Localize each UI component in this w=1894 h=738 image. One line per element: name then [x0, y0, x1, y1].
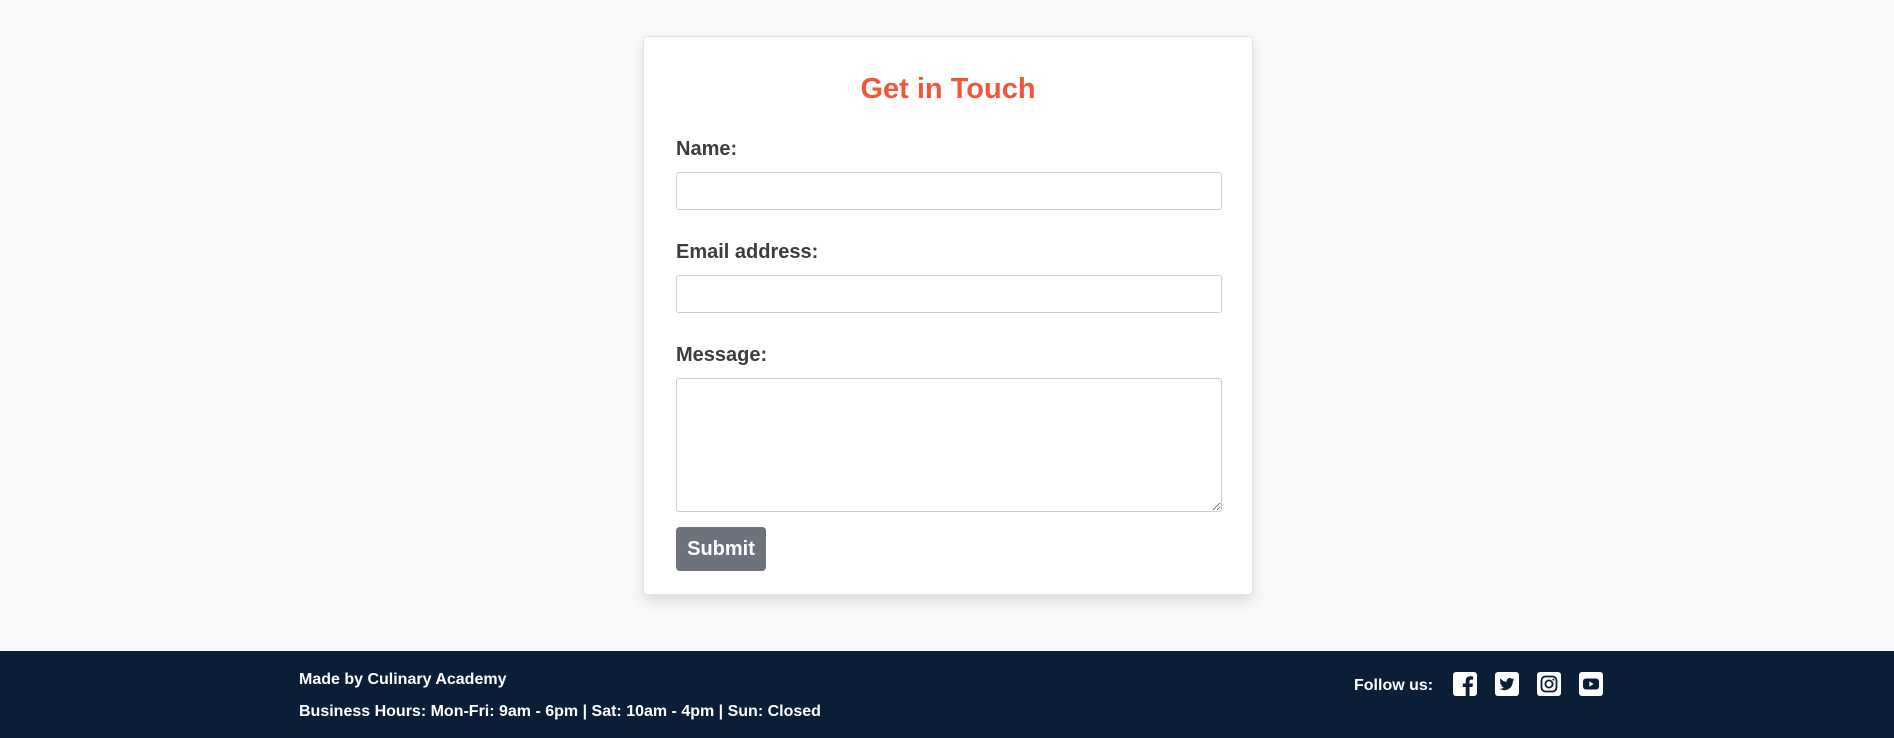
message-textarea[interactable]	[676, 378, 1222, 512]
facebook-icon[interactable]	[1452, 671, 1478, 697]
name-input[interactable]	[676, 172, 1222, 210]
email-input[interactable]	[676, 275, 1222, 313]
email-label: Email address:	[676, 241, 819, 263]
instagram-icon[interactable]	[1536, 671, 1562, 697]
contact-form-card: Get in Touch Name: Email address: Messag…	[643, 36, 1253, 595]
youtube-icon[interactable]	[1578, 671, 1604, 697]
submit-button[interactable]: Submit	[676, 527, 766, 571]
business-hours-text: Business Hours: Mon-Fri: 9am - 6pm | Sat…	[299, 703, 821, 720]
footer-info: Made by Culinary Academy Business Hours:…	[299, 670, 821, 722]
message-label: Message:	[676, 344, 768, 366]
follow-us-label: Follow us:	[1354, 677, 1434, 694]
page: Get in Touch Name: Email address: Messag…	[0, 0, 1894, 738]
name-label: Name:	[676, 138, 738, 160]
twitter-icon[interactable]	[1494, 671, 1520, 697]
social-links: Follow us:	[1354, 671, 1604, 697]
footer: Made by Culinary Academy Business Hours:…	[0, 651, 1894, 738]
form-title: Get in Touch	[860, 73, 1036, 105]
made-by-text: Made by Culinary Academy	[299, 671, 507, 688]
